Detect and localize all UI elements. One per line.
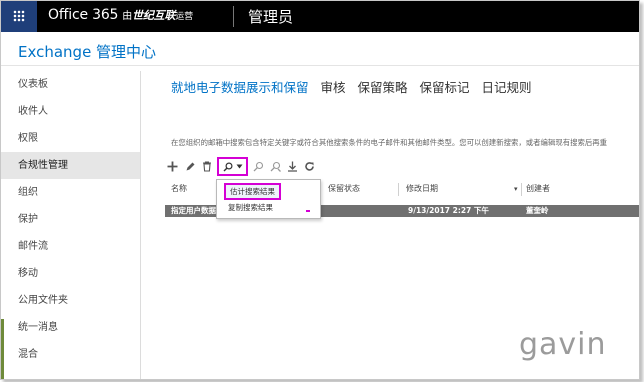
search-dropdown-menu: 估计搜索结果 复制搜索结果 [216,179,321,219]
topbar-separator [233,6,234,27]
export-icon [287,161,297,172]
sidebar: 仪表板 收件人 权限 合规性管理 组织 保护 邮件流 移动 公用文件夹 统一消息… [1,71,141,368]
row-creator: 董奎岭 [526,206,549,215]
search-icon [223,161,233,171]
column-header-creator[interactable]: 创建者 [526,180,550,198]
refresh-icon [304,161,314,171]
column-header-name[interactable]: 名称 [171,180,187,198]
sidebar-item-protection[interactable]: 保护 [1,206,141,233]
start-search-icon [253,161,263,171]
sidebar-item-recipients[interactable]: 收件人 [1,98,141,125]
menu-item-estimate-results[interactable]: 估计搜索结果 [224,183,281,200]
sidebar-item-permissions[interactable]: 权限 [1,125,141,152]
tab-auditing[interactable]: 审核 [321,77,346,96]
sidebar-item-hybrid[interactable]: 混合 [1,341,141,368]
sidebar-divider [140,71,141,379]
column-header-hold-status[interactable]: 保留状态 [328,180,360,198]
delete-icon [203,160,211,172]
page-title: Exchange 管理中心 [18,43,157,61]
marker [306,210,310,212]
top-bar: Office 365 由世纪互联运营 管理员 [1,1,639,32]
tab-journal-rules[interactable]: 日记规则 [482,77,532,96]
stop-search-icon [270,161,281,172]
search-button[interactable] [217,157,248,176]
start-search-button[interactable] [251,157,265,175]
sidebar-item-mail-flow[interactable]: 邮件流 [1,233,141,260]
sort-chevron-icon[interactable]: ▾ [514,180,518,198]
sidebar-item-dashboard[interactable]: 仪表板 [1,71,141,98]
tab-ediscovery-hold[interactable]: 就地电子数据展示和保留 [171,77,309,96]
brand-corp: 世纪互联 [132,9,176,22]
column-separator [398,183,399,196]
stop-search-button[interactable] [268,157,282,175]
export-button[interactable] [285,157,299,175]
edit-button[interactable] [183,157,197,175]
watermark: gavin [519,327,607,362]
brand-product: Office 365 [48,7,119,23]
sidebar-item-compliance[interactable]: 合规性管理 [1,152,141,179]
delete-button[interactable] [200,157,214,175]
screenshot-frame: Office 365 由世纪互联运营 管理员 Exchange 管理中心 仪表板 … [0,0,640,380]
window-edge-strip [1,319,4,379]
edit-icon [186,162,194,170]
sidebar-item-mobile[interactable]: 移动 [1,260,141,287]
brand-operated: 运营 [175,12,193,22]
tab-retention-tags[interactable]: 保留标记 [420,77,470,96]
menu-item-copy-results[interactable]: 复制搜索结果 [224,201,277,214]
add-button[interactable] [165,157,179,175]
brand[interactable]: Office 365 由世纪互联运营 [48,7,193,23]
row-name: 指定用户数据 [171,206,216,215]
description-text: 在您组织的邮箱中搜索包含特定关键字或符合其他搜索条件的电子邮件和其他邮件类型。您… [171,138,608,147]
header-divider [1,65,639,66]
sidebar-item-public-folders[interactable]: 公用文件夹 [1,287,141,314]
chevron-down-icon [236,164,242,169]
sidebar-item-organization[interactable]: 组织 [1,179,141,206]
refresh-button[interactable] [302,157,316,175]
add-icon [167,161,177,171]
waffle-icon [13,10,25,22]
sidebar-item-unified-messaging[interactable]: 统一消息 [1,314,141,341]
tab-retention-policies[interactable]: 保留策略 [358,77,408,96]
admin-link[interactable]: 管理员 [248,6,293,27]
row-modified-date: 9/13/2017 2:27 下午 [408,206,489,215]
column-header-modified-date[interactable]: 修改日期 [406,180,438,198]
brand-by: 由 [122,11,133,22]
tab-bar: 就地电子数据展示和保留 审核 保留策略 保留标记 日记规则 [171,77,540,96]
column-separator [521,183,522,196]
app-launcher-button[interactable] [1,1,37,32]
